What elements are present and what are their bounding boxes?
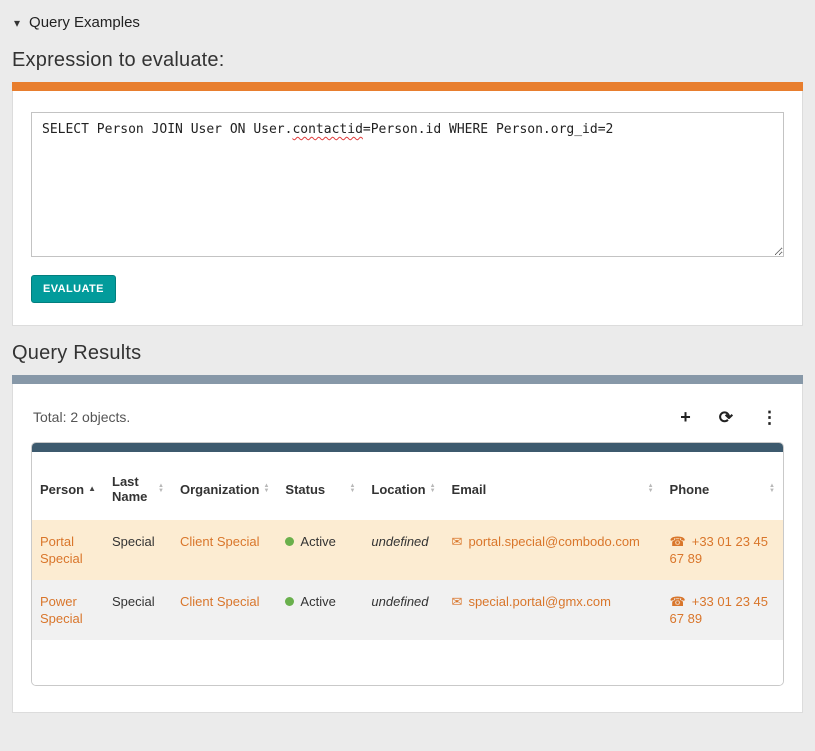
table-header-row: Person ▲ Last Name ▲▼ Or bbox=[32, 452, 783, 520]
column-header-last-name[interactable]: Last Name ▲▼ bbox=[104, 452, 172, 520]
table-empty-area bbox=[32, 640, 783, 685]
results-panel: Total: 2 objects. + ⟳ ⋮ bbox=[12, 384, 803, 713]
table-row: Portal Special Special Client Special Ac… bbox=[32, 520, 783, 580]
location-cell: undefined bbox=[371, 594, 428, 609]
sort-asc-icon[interactable]: ▲ bbox=[88, 485, 96, 493]
sort-icon[interactable]: ▲▼ bbox=[263, 484, 269, 494]
results-toolbar: Total: 2 objects. + ⟳ ⋮ bbox=[33, 408, 782, 426]
header-label: Organization bbox=[180, 482, 259, 497]
query-examples-label: Query Examples bbox=[29, 14, 140, 31]
column-header-status[interactable]: Status ▲▼ bbox=[277, 452, 363, 520]
header-label: Last Name bbox=[112, 474, 154, 504]
phone-icon: ☎ bbox=[670, 594, 686, 609]
orange-accent-bar bbox=[12, 82, 803, 91]
email-link[interactable]: special.portal@gmx.com bbox=[468, 594, 611, 609]
email-link[interactable]: portal.special@combodo.com bbox=[468, 534, 639, 549]
table-top-bar bbox=[32, 443, 783, 452]
sort-icon[interactable]: ▲▼ bbox=[648, 484, 654, 494]
organization-link[interactable]: Client Special bbox=[180, 594, 260, 609]
sort-icon[interactable]: ▲▼ bbox=[430, 484, 436, 494]
sort-icon[interactable]: ▲▼ bbox=[158, 484, 164, 494]
oql-text-misspelled: contactid bbox=[292, 122, 362, 137]
toolbar-icons: + ⟳ ⋮ bbox=[680, 408, 782, 426]
sort-icon[interactable]: ▲▼ bbox=[769, 484, 775, 494]
person-link[interactable]: Power Special bbox=[40, 594, 83, 626]
location-cell: undefined bbox=[371, 534, 428, 549]
expression-panel: SELECT Person JOIN User ON User.contacti… bbox=[12, 91, 803, 326]
add-icon[interactable]: + bbox=[680, 408, 691, 426]
header-label: Status bbox=[285, 482, 325, 497]
email-icon: ✉ bbox=[452, 594, 463, 609]
slate-accent-bar bbox=[12, 375, 803, 384]
refresh-icon[interactable]: ⟳ bbox=[719, 409, 733, 426]
total-objects-label: Total: 2 objects. bbox=[33, 409, 130, 425]
last-name-cell: Special bbox=[112, 534, 155, 549]
kebab-menu-icon[interactable]: ⋮ bbox=[761, 409, 778, 426]
column-header-person[interactable]: Person ▲ bbox=[32, 452, 104, 520]
status-active-dot bbox=[285, 537, 294, 546]
results-table-container: Person ▲ Last Name ▲▼ Or bbox=[31, 442, 784, 686]
header-label: Phone bbox=[670, 482, 710, 497]
oql-expression-input[interactable]: SELECT Person JOIN User ON User.contacti… bbox=[31, 112, 784, 257]
organization-link[interactable]: Client Special bbox=[180, 534, 260, 549]
header-label: Email bbox=[452, 482, 487, 497]
email-icon: ✉ bbox=[452, 534, 463, 549]
column-header-organization[interactable]: Organization ▲▼ bbox=[172, 452, 277, 520]
header-label: Person bbox=[40, 482, 84, 497]
expression-title: Expression to evaluate: bbox=[12, 49, 803, 72]
person-link[interactable]: Portal Special bbox=[40, 534, 83, 566]
column-header-phone[interactable]: Phone ▲▼ bbox=[662, 452, 783, 520]
page: ▾ Query Examples Expression to evaluate:… bbox=[0, 0, 815, 721]
oql-text-after: =Person.id WHERE Person.org_id=2 bbox=[363, 122, 613, 137]
status-cell: Active bbox=[300, 534, 335, 549]
phone-icon: ☎ bbox=[670, 534, 686, 549]
header-label: Location bbox=[371, 482, 425, 497]
table-row: Power Special Special Client Special Act… bbox=[32, 580, 783, 640]
status-cell: Active bbox=[300, 594, 335, 609]
collapse-caret-icon: ▾ bbox=[14, 17, 20, 29]
status-active-dot bbox=[285, 597, 294, 606]
last-name-cell: Special bbox=[112, 594, 155, 609]
evaluate-button[interactable]: EVALUATE bbox=[31, 275, 116, 303]
results-table: Person ▲ Last Name ▲▼ Or bbox=[32, 452, 783, 640]
results-title: Query Results bbox=[12, 342, 803, 365]
sort-icon[interactable]: ▲▼ bbox=[349, 484, 355, 494]
query-examples-toggle[interactable]: ▾ Query Examples bbox=[12, 8, 803, 33]
column-header-email[interactable]: Email ▲▼ bbox=[444, 452, 662, 520]
column-header-location[interactable]: Location ▲▼ bbox=[363, 452, 443, 520]
oql-text-before: SELECT Person JOIN User ON User. bbox=[42, 122, 292, 137]
